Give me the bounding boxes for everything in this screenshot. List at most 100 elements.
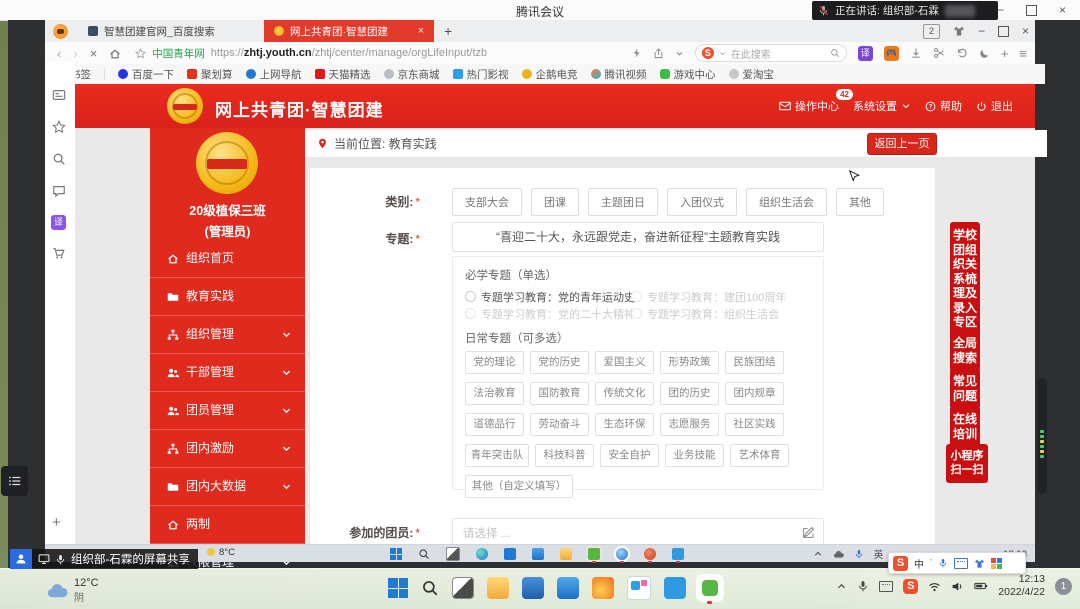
file-explorer-icon[interactable] [560, 548, 572, 560]
start-button[interactable] [390, 548, 402, 560]
store-icon[interactable] [504, 548, 516, 560]
history-undo-icon[interactable] [956, 47, 968, 59]
bookmark-aitaobao[interactable]: 爱淘宝 [729, 67, 775, 82]
daily-topic-button[interactable]: 爱国主义 [595, 351, 654, 374]
input-language-indicator[interactable]: 英 [874, 547, 884, 561]
start-button[interactable] [388, 578, 408, 598]
speaker-icon[interactable] [951, 580, 964, 593]
category-induction-ceremony[interactable]: 入团仪式 [667, 188, 737, 216]
search-icon[interactable] [830, 48, 840, 58]
daily-topic-button[interactable]: 团内规章 [725, 382, 784, 405]
qq-meeting-icon[interactable] [616, 548, 628, 560]
daily-topic-other-button[interactable]: 其他（自定义填写） [465, 475, 573, 498]
security-app-icon[interactable] [592, 577, 614, 599]
screen-share-indicator[interactable]: 组织部-石霖的屏幕共享 [10, 549, 198, 569]
category-theme-day[interactable]: 主题团日 [588, 188, 658, 216]
bookmark-juhuasuan[interactable]: 聚划算 [187, 67, 233, 82]
mail-app-icon[interactable] [532, 548, 544, 560]
sidebar-search-icon[interactable] [52, 150, 66, 168]
daily-topic-button[interactable]: 国防教育 [530, 382, 589, 405]
daily-topic-button[interactable]: 党的理论 [465, 351, 524, 374]
home-button[interactable] [109, 46, 121, 61]
meeting-minimize-button[interactable]: − [997, 3, 1004, 17]
nav-item-org-management[interactable]: 组织管理 [150, 315, 305, 353]
shared-weather-temp[interactable]: 8°C [219, 547, 235, 558]
sogou-tray-icon[interactable]: S [903, 579, 918, 594]
favorites-star-icon[interactable] [52, 118, 66, 136]
edge-icon[interactable] [476, 548, 488, 560]
taskbar-search-icon[interactable] [418, 548, 430, 560]
chevron-down-icon[interactable] [675, 49, 684, 58]
bookmark-baidu[interactable]: 百度一下 [118, 67, 174, 82]
daily-topic-button[interactable]: 业务技能 [665, 444, 724, 467]
favorite-star-icon[interactable] [135, 48, 146, 59]
video-app-icon[interactable] [627, 576, 651, 600]
back-to-previous-button[interactable]: 返回上一页 [867, 133, 937, 155]
topic-input[interactable]: “喜迎二十大，永远跟党走，奋进新征程”主题教育实践 [452, 222, 824, 252]
category-org-life-meeting[interactable]: 组织生活会 [746, 188, 827, 216]
menu-icon[interactable]: ≡ [1019, 46, 1027, 61]
ime-mic-icon[interactable] [938, 558, 948, 568]
download-icon[interactable] [910, 47, 922, 59]
sidebar-add-icon[interactable]: + [52, 514, 61, 531]
daily-topic-button[interactable]: 道德品行 [465, 413, 524, 436]
nav-item-two-systems[interactable]: 两制 [150, 505, 305, 543]
category-other[interactable]: 其他 [836, 188, 884, 216]
tray-mic-icon[interactable] [857, 580, 869, 592]
banner-mini-program-scan[interactable]: 小程序扫一扫 [946, 444, 988, 483]
mail-app-icon[interactable] [557, 577, 579, 599]
ime-skin-icon[interactable] [974, 558, 985, 569]
banner-online-training[interactable]: 在线培训 [950, 406, 980, 447]
daily-topic-button[interactable]: 法治教育 [465, 382, 524, 405]
bookmark-tencent-video[interactable]: 腾讯视频 [591, 67, 647, 82]
forward-button[interactable]: › [73, 46, 77, 61]
banner-global-search[interactable]: 全局搜索 [950, 330, 980, 371]
meeting-maximize-button[interactable] [1026, 5, 1037, 16]
daily-topic-button[interactable]: 传统文化 [595, 382, 654, 405]
add-icon[interactable]: + [1001, 46, 1009, 61]
tray-expand-icon[interactable] [836, 581, 847, 592]
ime-punctuation-icon[interactable]: ’ [930, 558, 932, 569]
shopping-cart-icon[interactable] [52, 244, 66, 262]
operation-center-menu[interactable]: 操作中心 42 [779, 98, 839, 114]
nav-item-big-data[interactable]: 团内大数据 [150, 467, 305, 505]
ime-lang-mode[interactable]: 中 [914, 556, 924, 571]
meeting-close-button[interactable]: × [1059, 3, 1066, 17]
store-icon[interactable] [522, 577, 544, 599]
category-league-class[interactable]: 团课 [531, 188, 579, 216]
daily-topic-button[interactable]: 形势政策 [660, 351, 719, 374]
browser-logo-icon[interactable] [53, 24, 68, 39]
battery-icon[interactable] [974, 579, 988, 593]
required-option-org-life[interactable]: 专题学习教育：组织生活会 [631, 306, 779, 322]
translate-icon[interactable]: 译 [51, 212, 66, 230]
browser-minimize-button[interactable]: − [978, 24, 985, 38]
screenshot-scissors-icon[interactable] [933, 47, 945, 59]
help-menu[interactable]: 帮助 [925, 98, 962, 114]
meeting-toolbar-handle[interactable] [1037, 378, 1047, 494]
daily-topic-button[interactable]: 社区实践 [725, 413, 784, 436]
search-engine-dropdown-icon[interactable] [719, 50, 726, 57]
chat-icon[interactable] [52, 182, 66, 200]
bookmark-movies[interactable]: 热门影视 [453, 67, 509, 82]
translate-extension-icon[interactable]: 译 [858, 46, 873, 61]
tray-mic-icon[interactable] [854, 549, 864, 559]
taskbar-weather[interactable]: 12°C 阴 [46, 577, 99, 604]
ime-toolbox-icon[interactable] [991, 558, 1002, 569]
tab-count-badge[interactable]: 2 [923, 24, 940, 39]
powerpoint-icon[interactable] [644, 548, 656, 560]
category-branch-meeting[interactable]: 支部大会 [452, 188, 522, 216]
nav-item-org-home[interactable]: 组织首页 [150, 240, 305, 277]
daily-topic-button[interactable]: 生态环保 [595, 413, 654, 436]
wifi-icon[interactable] [928, 580, 941, 593]
daily-topic-button[interactable]: 科技科普 [535, 444, 594, 467]
reading-list-icon[interactable] [52, 86, 66, 104]
notification-count-badge[interactable]: 1 [1055, 578, 1072, 595]
stop-button[interactable]: × [90, 46, 98, 61]
nav-item-incentives[interactable]: 团内激励 [150, 429, 305, 467]
daily-topic-button[interactable]: 青年突击队 [465, 444, 529, 467]
browser-skin-icon[interactable] [953, 25, 965, 37]
nav-item-education-practice[interactable]: 教育实践 [150, 277, 305, 315]
bookmark-tmall[interactable]: 天猫精选 [315, 67, 371, 82]
file-explorer-icon[interactable] [487, 577, 509, 599]
daily-topic-button[interactable]: 安全自护 [600, 444, 659, 467]
